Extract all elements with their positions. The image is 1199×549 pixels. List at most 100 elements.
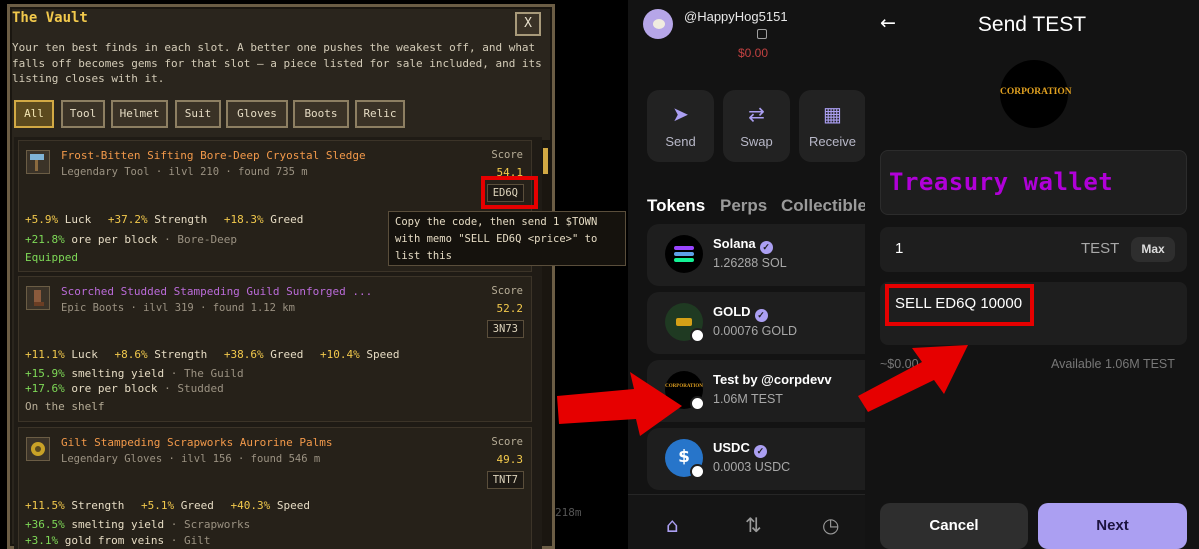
tab-perps[interactable]: Perps [720,196,767,216]
filter-tab-all[interactable]: All [14,100,54,128]
item-status: On the shelf [25,400,105,413]
swap-button[interactable]: ⇄ Swap [723,90,790,162]
verified-icon: ✓ [753,445,767,458]
receive-label: Receive [809,134,856,149]
tab-collectibles[interactable]: Collectibles [781,196,865,216]
vault-item-card[interactable]: Gilt Stampeding Scrapworks Aurorine Palm… [18,427,532,549]
swap-icon: ⇄ [748,104,765,126]
amount-unit: TEST [1081,240,1120,257]
filter-tab-helmet[interactable]: Helmet [111,100,168,128]
copy-icon[interactable] [757,29,767,39]
token-row-gold[interactable]: GOLD ✓ 0.00076 GOLD [647,292,865,354]
vault-item-list[interactable]: Frost-Bitten Sifting Bore-Deep Cryostal … [14,137,542,549]
next-button[interactable]: Next [1038,503,1187,549]
stat-name: Greed [270,348,304,361]
item-bonus-line: +15.9% smelting yield · The Guild [25,367,244,380]
history-icon[interactable]: ◷ [822,513,839,537]
vault-panel: The Vault X Your ten best finds in each … [0,0,626,549]
amount-value: 1 [895,240,904,257]
score-label: Score [491,149,523,161]
account-username[interactable]: @HappyHog5151 [684,9,788,24]
wallet-panel: @HappyHog5151 $0.00 ➤ Send ⇄ Swap ▦ Rece… [628,0,865,549]
filter-tab-tool[interactable]: Tool [61,100,105,128]
token-name: Test by @corpdevv [713,372,832,387]
stat-name: Greed [180,499,214,512]
stat-name: Strength [154,213,208,226]
send-button[interactable]: ➤ Send [647,90,714,162]
stat-value: +5.1% [140,499,175,512]
item-name: Frost-Bitten Sifting Bore-Deep Cryostal … [61,149,366,162]
send-label: Send [665,134,696,149]
vault-item-card[interactable]: Scorched Studded Stampeding Guild Sunfor… [18,276,532,422]
send-icon: ➤ [672,104,689,126]
solana-bar [674,258,694,262]
recipient-value: Treasury wallet [889,168,1114,196]
item-bonus-line: +3.1% gold from veins · Gilt [25,534,210,547]
cancel-button[interactable]: Cancel [880,503,1028,549]
avatar-face [653,19,665,29]
token-row-test[interactable]: CORPORATION Test by @corpdevv 1.06M TEST [647,360,865,422]
bonus-name: gold from veins [64,534,165,547]
stat-value: +11.1% [25,348,65,361]
item-code[interactable]: 3N73 [486,320,524,338]
token-amount: 0.0003 USDC [713,460,791,474]
bottom-nav: ⌂ ⇅ ◷ [628,494,865,549]
close-button[interactable]: X [515,12,541,36]
filter-tab-relic[interactable]: Relic [355,100,405,128]
background-distance-text: 218m [555,506,582,519]
solana-bar [674,246,694,250]
boots-icon [26,286,50,310]
page-title: Send TEST [977,13,1087,36]
bonus-name: ore per block [71,233,158,246]
token-amount: 1.06M TEST [713,392,783,406]
bonus-name: ore per block [71,382,158,395]
score-label: Score [491,285,523,297]
verified-icon: ✓ [754,309,768,322]
bonus-source: · Gilt [170,534,211,547]
bonus-value: +36.5% [25,518,65,531]
available-balance: Available 1.06M TEST [1051,357,1175,371]
bonus-name: smelting yield [71,518,165,531]
code-highlight-box [481,176,538,209]
bonus-value: +15.9% [25,367,65,380]
item-code[interactable]: TNT7 [486,471,524,489]
solana-bar [674,252,694,256]
item-bonus-line: +36.5% smelting yield · Scrapworks [25,518,250,531]
item-bonus-line: +21.8% ore per block · Bore-Deep [25,233,237,246]
max-button[interactable]: Max [1131,237,1175,262]
stat-name: Strength [154,348,208,361]
stat-name: Luck [71,348,98,361]
item-stats: +11.1% Luck +8.6% Strength +38.6% Greed … [25,348,409,361]
item-score: 52.2 [496,302,524,315]
stat-value: +11.5% [25,499,65,512]
token-name: USDC ✓ [713,440,767,458]
token-amount: 0.00076 GOLD [713,324,798,338]
item-name: Gilt Stampeding Scrapworks Aurorine Palm… [61,436,333,449]
stat-name: Greed [270,213,304,226]
item-meta: Epic Boots · ilvl 319 · found 1.12 km [61,302,295,314]
stat-name: Luck [64,213,92,226]
token-name-text: USDC [713,440,750,455]
scrollbar-track[interactable] [542,140,550,545]
filter-tab-suit[interactable]: Suit [175,100,221,128]
swap-icon[interactable]: ⇅ [745,513,762,537]
item-name: Scorched Studded Stampeding Guild Sunfor… [61,285,373,298]
chain-badge-icon [690,464,705,479]
token-amount: 1.26288 SOL [713,256,787,270]
scrollbar-thumb[interactable] [543,148,548,174]
receive-button[interactable]: ▦ Receive [799,90,865,162]
filter-tab-boots[interactable]: Boots [293,100,349,128]
bonus-source: · Scrapworks [170,518,251,531]
item-meta: Legendary Tool · ilvl 210 · found 735 m [61,166,308,178]
gloves-icon [26,437,50,461]
home-icon[interactable]: ⌂ [666,513,679,537]
tab-tokens[interactable]: Tokens [647,196,705,216]
memo-value: SELL ED6Q 10000 [895,295,1023,312]
filter-tab-gloves[interactable]: Gloves [226,100,288,128]
swap-label: Swap [740,134,773,149]
token-row-solana[interactable]: Solana ✓ 1.26288 SOL [647,224,865,286]
item-status: Equipped [25,251,78,264]
close-icon: X [524,16,532,31]
token-row-usdc[interactable]: $ USDC ✓ 0.0003 USDC [647,428,865,490]
bonus-source: · The Guild [170,367,244,380]
